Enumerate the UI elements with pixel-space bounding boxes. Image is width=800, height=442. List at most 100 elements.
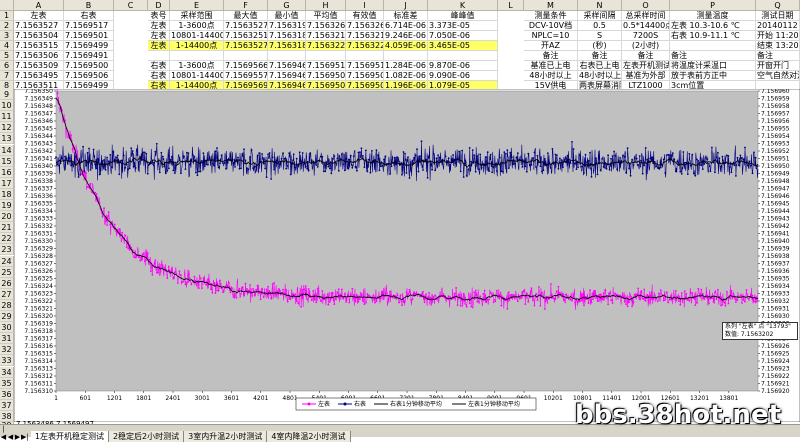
row-number-16[interactable]: 16: [0, 166, 14, 178]
row-number-17[interactable]: 17: [0, 177, 14, 189]
column-header-b[interactable]: B: [64, 0, 114, 11]
cell-m7[interactable]: 48小时以上: [524, 71, 578, 81]
header-cell-h[interactable]: 平均值: [306, 11, 346, 21]
cell-h6[interactable]: 7.1569514: [306, 61, 346, 71]
cell-q4[interactable]: 结束 13:20: [756, 41, 800, 51]
row-number-33[interactable]: 33: [0, 355, 14, 367]
cell-h3[interactable]: 7.1563214: [306, 31, 346, 41]
cell-q7[interactable]: 空气自然对流: [756, 71, 800, 81]
header-cell-i[interactable]: 有效值: [346, 11, 384, 21]
cell-a2[interactable]: 7.1563527: [14, 21, 64, 31]
row-number-9[interactable]: 9: [0, 89, 14, 101]
cell-d2[interactable]: 左表: [148, 21, 170, 31]
cell-b7[interactable]: 7.1569506: [64, 71, 114, 81]
row-number-35[interactable]: 35: [0, 377, 14, 389]
cell-d6[interactable]: 右表: [148, 61, 170, 71]
cell-b5[interactable]: 7.1569491: [64, 51, 114, 61]
row-number-20[interactable]: 20: [0, 211, 14, 223]
cell-o4[interactable]: (2小时): [622, 41, 670, 51]
column-header-d[interactable]: D: [148, 0, 170, 11]
cell-d4[interactable]: 左表: [148, 41, 170, 51]
header-cell-e[interactable]: 采样范围: [170, 11, 224, 21]
row-number-28[interactable]: 28: [0, 299, 14, 311]
cell-n6[interactable]: 右表已上电: [578, 61, 622, 71]
row-number-37[interactable]: 37: [0, 399, 14, 411]
cell-a3[interactable]: 7.1563504: [14, 31, 64, 41]
prev-sheet-icon[interactable]: ◀: [7, 433, 14, 441]
cell-a6[interactable]: 7.1563509: [14, 61, 64, 71]
cell-a4[interactable]: 7.1563515: [14, 41, 64, 51]
cell-a7[interactable]: 7.1563495: [14, 71, 64, 81]
header-cell-q[interactable]: 测试日期: [756, 11, 800, 21]
row-number-34[interactable]: 34: [0, 366, 14, 378]
header-cell-k[interactable]: 峰峰值: [428, 11, 498, 21]
row-number-27[interactable]: 27: [0, 288, 14, 300]
cell-k3[interactable]: 7.050E-06: [428, 31, 498, 41]
next-sheet-icon[interactable]: ▶: [14, 433, 21, 441]
row-number-3[interactable]: 3: [0, 31, 14, 41]
cell-m3[interactable]: NPLC=10: [524, 31, 578, 41]
cell-m2[interactable]: DCV-10V档: [524, 21, 578, 31]
cell-k4[interactable]: 3.465E-05: [428, 41, 498, 51]
cell-f4[interactable]: 7.1563527: [224, 41, 268, 51]
cell-g7[interactable]: 7.1569466: [268, 71, 306, 81]
cell-h2[interactable]: 7.1563264: [306, 21, 346, 31]
column-header-p[interactable]: P: [670, 0, 756, 11]
row-number-14[interactable]: 14: [0, 144, 14, 156]
cell-f3[interactable]: 7.1563251: [224, 31, 268, 41]
cell-e6[interactable]: 1-3600点: [170, 61, 224, 71]
cell-q5[interactable]: 备注: [756, 51, 800, 61]
cell-i6[interactable]: 7.1569514: [346, 61, 384, 71]
cell-m6[interactable]: 基准已上电: [524, 61, 578, 71]
cell-m5[interactable]: 备注: [524, 51, 578, 61]
row-number-13[interactable]: 13: [0, 133, 14, 145]
cell-f2[interactable]: 7.1563527: [224, 21, 268, 31]
sheet-tab-1[interactable]: 1左表开机稳定测试: [30, 431, 109, 442]
first-sheet-icon[interactable]: |◀: [0, 425, 7, 441]
column-header-a[interactable]: A: [14, 0, 64, 11]
column-header-i[interactable]: I: [346, 0, 384, 11]
row-number-4[interactable]: 4: [0, 41, 14, 51]
row-number-23[interactable]: 23: [0, 244, 14, 256]
cell-e5[interactable]: [170, 51, 224, 61]
column-header-k[interactable]: K: [428, 0, 498, 11]
header-cell-f[interactable]: 最大值: [224, 11, 268, 21]
sheet-tab-2[interactable]: 2稳定后2小时测试: [108, 431, 185, 442]
header-cell-j[interactable]: 标准差: [384, 11, 428, 21]
cell-n3[interactable]: S: [578, 31, 622, 41]
header-cell-p[interactable]: 测量温度: [670, 11, 756, 21]
sheet-tab-4[interactable]: 4室内降温2小时测试: [267, 431, 351, 442]
cell-q3[interactable]: 开始 11:20: [756, 31, 800, 41]
row-number-19[interactable]: 19: [0, 200, 14, 212]
cell-d5[interactable]: [148, 51, 170, 61]
cell-g2[interactable]: 7.1563190: [268, 21, 306, 31]
cell-e4[interactable]: 1-14400点: [170, 41, 224, 51]
row-number-32[interactable]: 32: [0, 344, 14, 356]
cell-j7[interactable]: 1.082E-06: [384, 71, 428, 81]
cell-i7[interactable]: 7.1569506: [346, 71, 384, 81]
cell-n2[interactable]: 0.5: [578, 21, 622, 31]
cell-o3[interactable]: 7200S: [622, 31, 670, 41]
cell-g5[interactable]: [268, 51, 306, 61]
cell-o6[interactable]: 左表开机测试: [622, 61, 670, 71]
cell-j6[interactable]: 1.284E-06: [384, 61, 428, 71]
row-number-36[interactable]: 36: [0, 388, 14, 400]
row-number-7[interactable]: 7: [0, 71, 14, 81]
row-number-30[interactable]: 30: [0, 322, 14, 334]
cell-o7[interactable]: 基准为外部: [622, 71, 670, 81]
cell-h5[interactable]: [306, 51, 346, 61]
cell-p3[interactable]: 右表 10.9-11.1 ℃: [670, 31, 756, 41]
row-number-10[interactable]: 10: [0, 100, 14, 112]
column-header-c[interactable]: C: [114, 0, 148, 11]
row-number-18[interactable]: 18: [0, 188, 14, 200]
column-header-o[interactable]: O: [622, 0, 670, 11]
column-header-n[interactable]: N: [578, 0, 622, 11]
cell-e7[interactable]: 10801-14400点: [170, 71, 224, 81]
cell-g4[interactable]: 7.1563181: [268, 41, 306, 51]
header-cell-n[interactable]: 采样间隔: [578, 11, 622, 21]
cell-i5[interactable]: [346, 51, 384, 61]
cell-e2[interactable]: 1-3600点: [170, 21, 224, 31]
cell-q2[interactable]: 20140112: [756, 21, 800, 31]
cell-f5[interactable]: [224, 51, 268, 61]
column-header-e[interactable]: E: [170, 0, 224, 11]
